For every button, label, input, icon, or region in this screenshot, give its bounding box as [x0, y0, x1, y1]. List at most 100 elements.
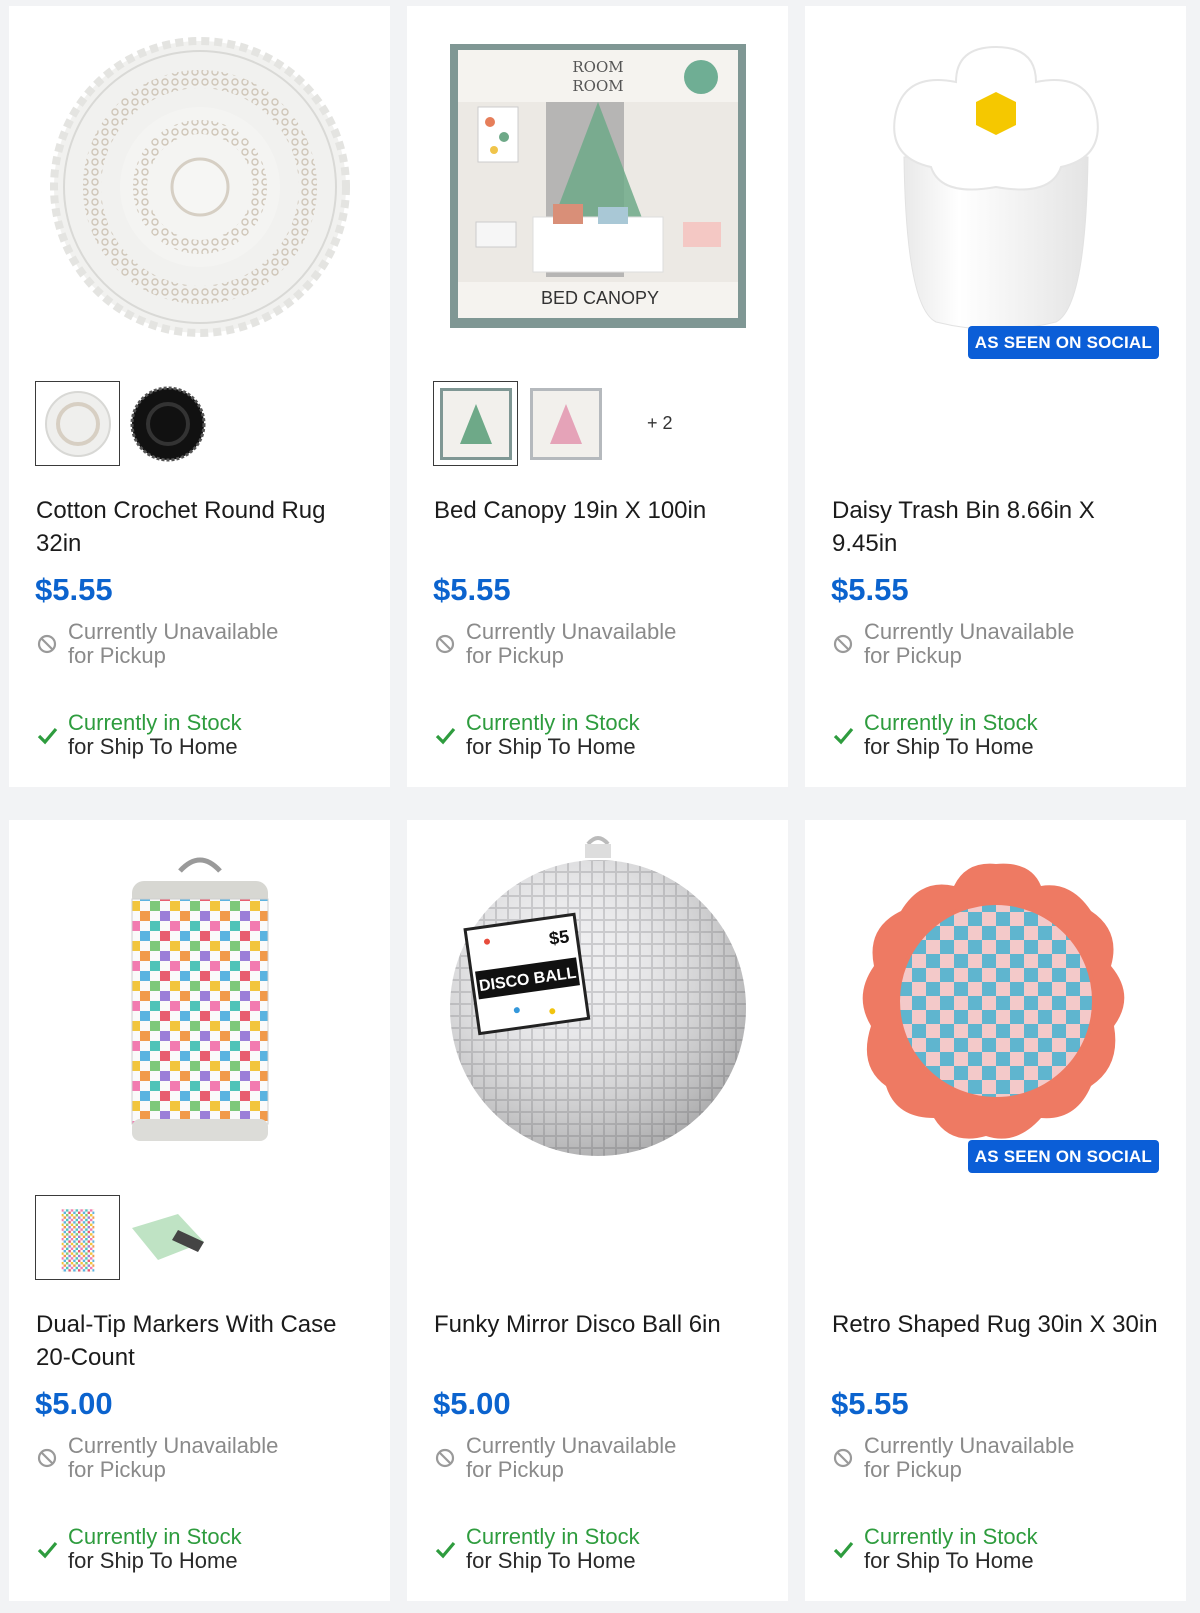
color-swatches [35, 381, 215, 466]
pickup-availability: Currently Unavailable for Pickup [36, 620, 278, 668]
swatch-pink[interactable] [523, 381, 608, 466]
pickup-status: Currently Unavailable [864, 619, 1075, 644]
ship-status: Currently in Stock [68, 710, 242, 735]
product-image[interactable] [805, 820, 1186, 1182]
retro-rug-image [862, 863, 1124, 1139]
pickup-method: for Pickup [864, 1457, 962, 1482]
color-swatches [35, 1195, 215, 1280]
product-image[interactable]: $5 DISCO BALL [407, 820, 788, 1182]
product-title[interactable]: Daisy Trash Bin 8.66in X 9.45in [832, 494, 1162, 560]
unavailable-icon [37, 634, 57, 654]
ship-availability: Currently in Stock for Ship To Home [434, 1525, 640, 1573]
ship-method: for Ship To Home [864, 1548, 1034, 1573]
product-price: $5.00 [433, 1386, 511, 1421]
swatch-black-thumb [130, 386, 205, 461]
pickup-status: Currently Unavailable [466, 619, 677, 644]
pickup-status: Currently Unavailable [68, 1433, 279, 1458]
as-seen-on-social-badge: AS SEEN ON SOCIAL [967, 326, 1159, 359]
pickup-status: Currently Unavailable [68, 619, 279, 644]
color-swatches: + 2 [433, 381, 673, 466]
ship-status: Currently in Stock [864, 1524, 1038, 1549]
checkmark-icon [833, 727, 854, 745]
product-price: $5.00 [35, 1386, 113, 1421]
pickup-availability: Currently Unavailable for Pickup [36, 1434, 278, 1482]
ship-method: for Ship To Home [466, 1548, 636, 1573]
pickup-method: for Pickup [466, 643, 564, 668]
box-brand-2: ROOM [572, 77, 623, 95]
product-card[interactable]: Cotton Crochet Round Rug 32in $5.55 Curr… [9, 6, 390, 787]
swatch-green-thumb [439, 387, 512, 460]
product-card[interactable]: Dual-Tip Markers With Case 20-Count $5.0… [9, 820, 390, 1601]
box-brand-1: ROOM [572, 58, 623, 76]
swatch-green[interactable] [433, 381, 518, 466]
pickup-availability: Currently Unavailable for Pickup [832, 620, 1074, 668]
marker-case-image [131, 857, 268, 1141]
product-image[interactable] [9, 6, 390, 368]
tag-price: $5 [547, 926, 570, 949]
ship-method: for Ship To Home [68, 1548, 238, 1573]
ship-status: Currently in Stock [864, 710, 1038, 735]
unavailable-icon [435, 634, 455, 654]
swatch-checker-thumb [61, 1208, 94, 1272]
ship-method: for Ship To Home [68, 734, 238, 759]
ship-availability: Currently in Stock for Ship To Home [36, 711, 242, 759]
daisy-trash-bin-image [892, 45, 1099, 330]
checkmark-icon [833, 1541, 854, 1559]
product-title[interactable]: Bed Canopy 19in X 100in [434, 494, 764, 527]
checkmark-icon [435, 727, 456, 745]
product-image[interactable] [9, 820, 390, 1182]
pickup-method: for Pickup [864, 643, 962, 668]
bed-canopy-box-image: ROOM ROOM BED CANOPY [449, 44, 746, 328]
product-card[interactable]: ROOM ROOM BED CANOPY + 2 Bed Canopy 19in… [407, 6, 788, 787]
ship-availability: Currently in Stock for Ship To Home [36, 1525, 242, 1573]
ship-availability: Currently in Stock for Ship To Home [434, 711, 640, 759]
disco-ball-image: $5 DISCO BALL [449, 836, 746, 1156]
ship-status: Currently in Stock [466, 710, 640, 735]
pickup-method: for Pickup [466, 1457, 564, 1482]
swatch-white-thumb [44, 390, 111, 457]
ship-status: Currently in Stock [68, 1524, 242, 1549]
ship-status: Currently in Stock [466, 1524, 640, 1549]
swatch-green[interactable] [125, 1195, 210, 1280]
product-card[interactable]: AS SEEN ON SOCIAL Retro Shaped Rug 30in … [805, 820, 1186, 1601]
crochet-rug-image [49, 37, 350, 337]
pickup-availability: Currently Unavailable for Pickup [832, 1434, 1074, 1482]
checkmark-icon [37, 727, 58, 745]
product-card[interactable]: $5 DISCO BALL Funky Mirror Disco Ball 6i… [407, 820, 788, 1601]
ship-availability: Currently in Stock for Ship To Home [832, 1525, 1038, 1573]
product-title[interactable]: Funky Mirror Disco Ball 6in [434, 1308, 764, 1341]
product-price: $5.55 [35, 572, 113, 607]
checkmark-icon [37, 1541, 58, 1559]
product-title[interactable]: Dual-Tip Markers With Case 20-Count [36, 1308, 366, 1374]
swatch-white[interactable] [35, 381, 120, 466]
pickup-method: for Pickup [68, 1457, 166, 1482]
unavailable-icon [435, 1448, 455, 1468]
as-seen-on-social-badge: AS SEEN ON SOCIAL [967, 1140, 1159, 1173]
swatch-checker[interactable] [35, 1195, 120, 1280]
pickup-availability: Currently Unavailable for Pickup [434, 1434, 676, 1482]
swatch-black[interactable] [125, 381, 210, 466]
pickup-status: Currently Unavailable [466, 1433, 677, 1458]
ship-availability: Currently in Stock for Ship To Home [832, 711, 1038, 759]
pickup-method: for Pickup [68, 643, 166, 668]
product-title[interactable]: Cotton Crochet Round Rug 32in [36, 494, 366, 560]
unavailable-icon [833, 634, 853, 654]
unavailable-icon [37, 1448, 57, 1468]
more-swatches-link[interactable]: + 2 [647, 413, 673, 434]
ship-method: for Ship To Home [466, 734, 636, 759]
product-card[interactable]: AS SEEN ON SOCIAL Daisy Trash Bin 8.66in… [805, 6, 1186, 787]
ship-method: for Ship To Home [864, 734, 1034, 759]
product-grid: Cotton Crochet Round Rug 32in $5.55 Curr… [9, 6, 1187, 1601]
product-title[interactable]: Retro Shaped Rug 30in X 30in [832, 1308, 1162, 1341]
pickup-availability: Currently Unavailable for Pickup [434, 620, 676, 668]
product-image[interactable] [805, 6, 1186, 368]
product-price: $5.55 [831, 1386, 909, 1421]
swatch-green-thumb [131, 1213, 204, 1260]
box-label: BED CANOPY [540, 288, 658, 308]
product-price: $5.55 [831, 572, 909, 607]
swatch-pink-thumb [529, 387, 602, 460]
checkmark-icon [435, 1541, 456, 1559]
pickup-status: Currently Unavailable [864, 1433, 1075, 1458]
product-image[interactable]: ROOM ROOM BED CANOPY [407, 6, 788, 368]
unavailable-icon [833, 1448, 853, 1468]
